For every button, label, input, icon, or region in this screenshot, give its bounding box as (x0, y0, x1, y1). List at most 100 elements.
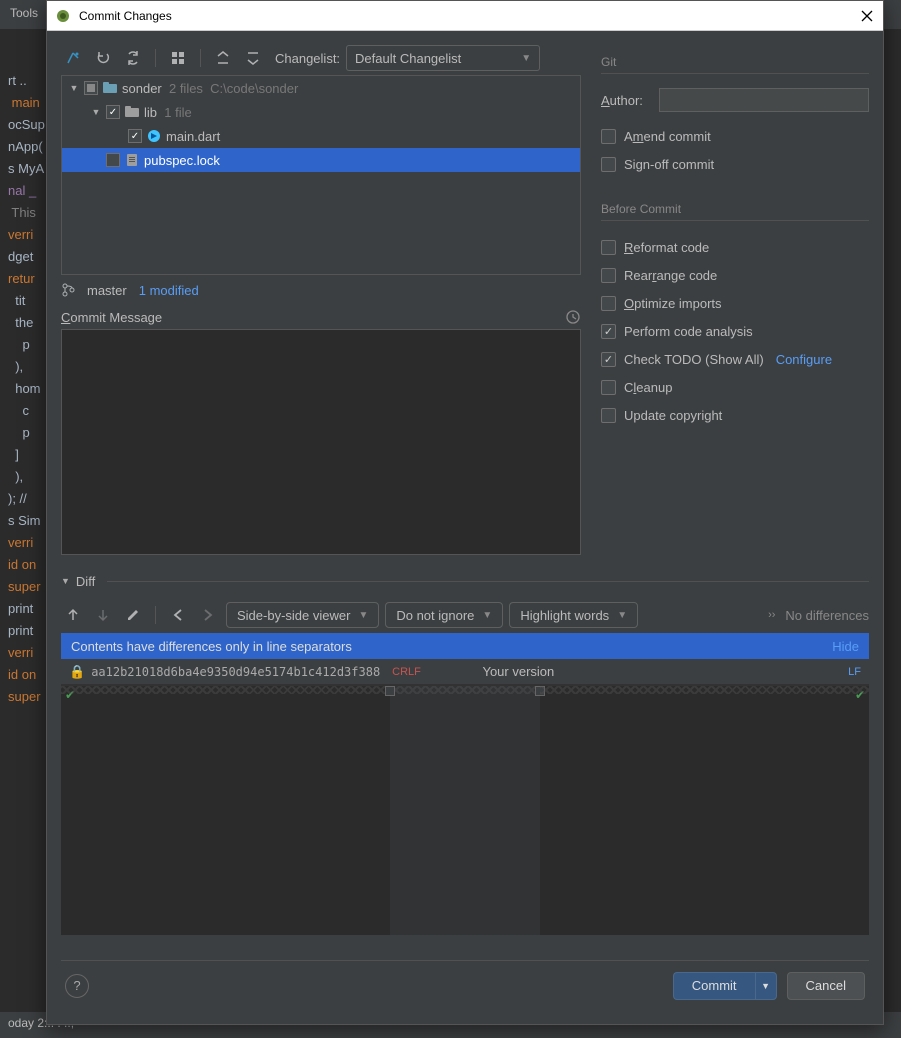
fold-handle-left[interactable] (385, 686, 395, 696)
commit-message-input[interactable] (62, 330, 580, 554)
cancel-button[interactable]: Cancel (787, 972, 865, 1000)
your-version-label: Your version (482, 664, 554, 679)
optimize-label[interactable]: Optimize imports (624, 296, 722, 311)
help-button[interactable]: ? (65, 974, 89, 998)
diff-banner-text: Contents have differences only in line s… (71, 639, 352, 654)
revert-icon[interactable] (91, 46, 115, 70)
revision-hash: aa12b21018d6ba4e9350d94e5174b1c412d3f388 (91, 665, 380, 679)
amend-checkbox[interactable] (601, 129, 616, 144)
changes-tree[interactable]: ▼ sonder 2 files C:\code\sonder ▼ lib 1 fil… (61, 75, 581, 275)
lock-icon: 🔒 (69, 664, 85, 680)
ignore-combo[interactable]: Do not ignore▼ (385, 602, 503, 628)
viewer-mode-combo[interactable]: Side-by-side viewer▼ (226, 602, 379, 628)
tree-arrow-icon[interactable]: ▼ (68, 83, 80, 93)
highlight-combo[interactable]: Highlight words▼ (509, 602, 638, 628)
signoff-label[interactable]: Sign-off commit (624, 157, 714, 172)
refresh-icon[interactable] (121, 46, 145, 70)
prev-diff-icon[interactable] (61, 603, 85, 627)
collapse-icon[interactable]: ›› (768, 609, 775, 621)
branch-icon (61, 283, 75, 297)
folder-blue-icon (102, 80, 118, 96)
author-input[interactable] (659, 88, 869, 112)
branch-row: master 1 modified (61, 275, 581, 305)
diff-gutter (390, 686, 540, 935)
next-file-icon[interactable] (196, 603, 220, 627)
commit-dialog: Commit Changes Changelist: (46, 0, 884, 1025)
optimize-checkbox[interactable] (601, 296, 616, 311)
folder-icon (124, 104, 140, 120)
file-icon (124, 152, 140, 168)
chevron-down-icon: ▼ (61, 576, 70, 586)
amend-label[interactable]: Amend commit (624, 129, 711, 144)
todo-checkbox[interactable] (601, 352, 616, 367)
tree-checkbox[interactable] (106, 105, 120, 119)
diff-right-pane[interactable]: ✔ (540, 686, 869, 935)
diff-banner: Contents have differences only in line s… (61, 633, 869, 659)
close-button[interactable] (859, 8, 875, 24)
copyright-label[interactable]: Update copyright (624, 408, 722, 423)
diff-header: 🔒 aa12b21018d6ba4e9350d94e5174b1c412d3f3… (61, 659, 869, 685)
chevron-down-icon: ▼ (521, 53, 531, 64)
lf-label: LF (848, 666, 861, 678)
git-section-header: Git (601, 45, 869, 74)
titlebar: Commit Changes (47, 1, 883, 31)
expand-all-icon[interactable] (211, 46, 235, 70)
rearrange-label[interactable]: Rearrange code (624, 268, 717, 283)
commit-dropdown[interactable]: ▼ (755, 972, 777, 1000)
diff-toggle[interactable]: ▼ Diff (61, 569, 869, 593)
reformat-checkbox[interactable] (601, 240, 616, 255)
history-icon[interactable] (565, 309, 581, 325)
tree-checkbox[interactable] (106, 153, 120, 167)
dialog-title: Commit Changes (79, 9, 859, 23)
cleanup-label[interactable]: Cleanup (624, 380, 672, 395)
tree-row[interactable]: main.dart (62, 124, 580, 148)
analysis-checkbox[interactable] (601, 324, 616, 339)
tree-checkbox[interactable] (128, 129, 142, 143)
changelist-label: Changelist: (275, 51, 340, 66)
modified-link[interactable]: 1 modified (139, 283, 199, 298)
changelist-combo[interactable]: Default Changelist ▼ (346, 45, 540, 71)
changes-toolbar: Changelist: Default Changelist ▼ (61, 41, 581, 75)
show-diff-icon[interactable] (61, 46, 85, 70)
tree-checkbox[interactable] (84, 81, 98, 95)
author-label: Author: (601, 93, 651, 108)
tree-label: sonder 2 files C:\code\sonder (122, 81, 298, 96)
signoff-checkbox[interactable] (601, 157, 616, 172)
changelist-value: Default Changelist (355, 51, 461, 66)
tree-row[interactable]: pubspec.lock (62, 148, 580, 172)
commit-message-label: Commit Message (61, 310, 162, 325)
tree-label: main.dart (166, 129, 220, 144)
diff-content[interactable]: ✔ ✔ (61, 685, 869, 935)
prev-file-icon[interactable] (166, 603, 190, 627)
dart-icon (146, 128, 162, 144)
analysis-label[interactable]: Perform code analysis (624, 324, 753, 339)
group-by-icon[interactable] (166, 46, 190, 70)
tree-row[interactable]: ▼ sonder 2 files C:\code\sonder (62, 76, 580, 100)
tree-label: lib 1 file (144, 105, 192, 120)
cleanup-checkbox[interactable] (601, 380, 616, 395)
copyright-checkbox[interactable] (601, 408, 616, 423)
commit-button[interactable]: Commit (673, 972, 755, 1000)
rearrange-checkbox[interactable] (601, 268, 616, 283)
commit-button-group: Commit ▼ (673, 972, 777, 1000)
todo-label[interactable]: Check TODO (Show All) (624, 352, 764, 367)
diff-toolbar: Side-by-side viewer▼ Do not ignore▼ High… (61, 597, 869, 633)
edit-icon[interactable] (121, 603, 145, 627)
diff-label: Diff (76, 574, 95, 589)
crlf-label: CRLF (392, 666, 421, 678)
app-icon (55, 8, 71, 24)
diff-left-pane[interactable]: ✔ (61, 686, 390, 935)
button-row: ? Commit ▼ Cancel (61, 960, 869, 1010)
before-commit-header: Before Commit (601, 192, 869, 221)
commit-message-box (61, 329, 581, 555)
collapse-all-icon[interactable] (241, 46, 265, 70)
todo-configure-link[interactable]: Configure (776, 352, 832, 367)
no-differences-label: No differences (785, 608, 869, 623)
tree-arrow-icon[interactable]: ▼ (90, 107, 102, 117)
branch-name: master (87, 283, 127, 298)
tree-row[interactable]: ▼ lib 1 file (62, 100, 580, 124)
reformat-label[interactable]: Reformat code (624, 240, 709, 255)
tree-label: pubspec.lock (144, 153, 220, 168)
next-diff-icon[interactable] (91, 603, 115, 627)
hide-banner-link[interactable]: Hide (832, 639, 859, 654)
